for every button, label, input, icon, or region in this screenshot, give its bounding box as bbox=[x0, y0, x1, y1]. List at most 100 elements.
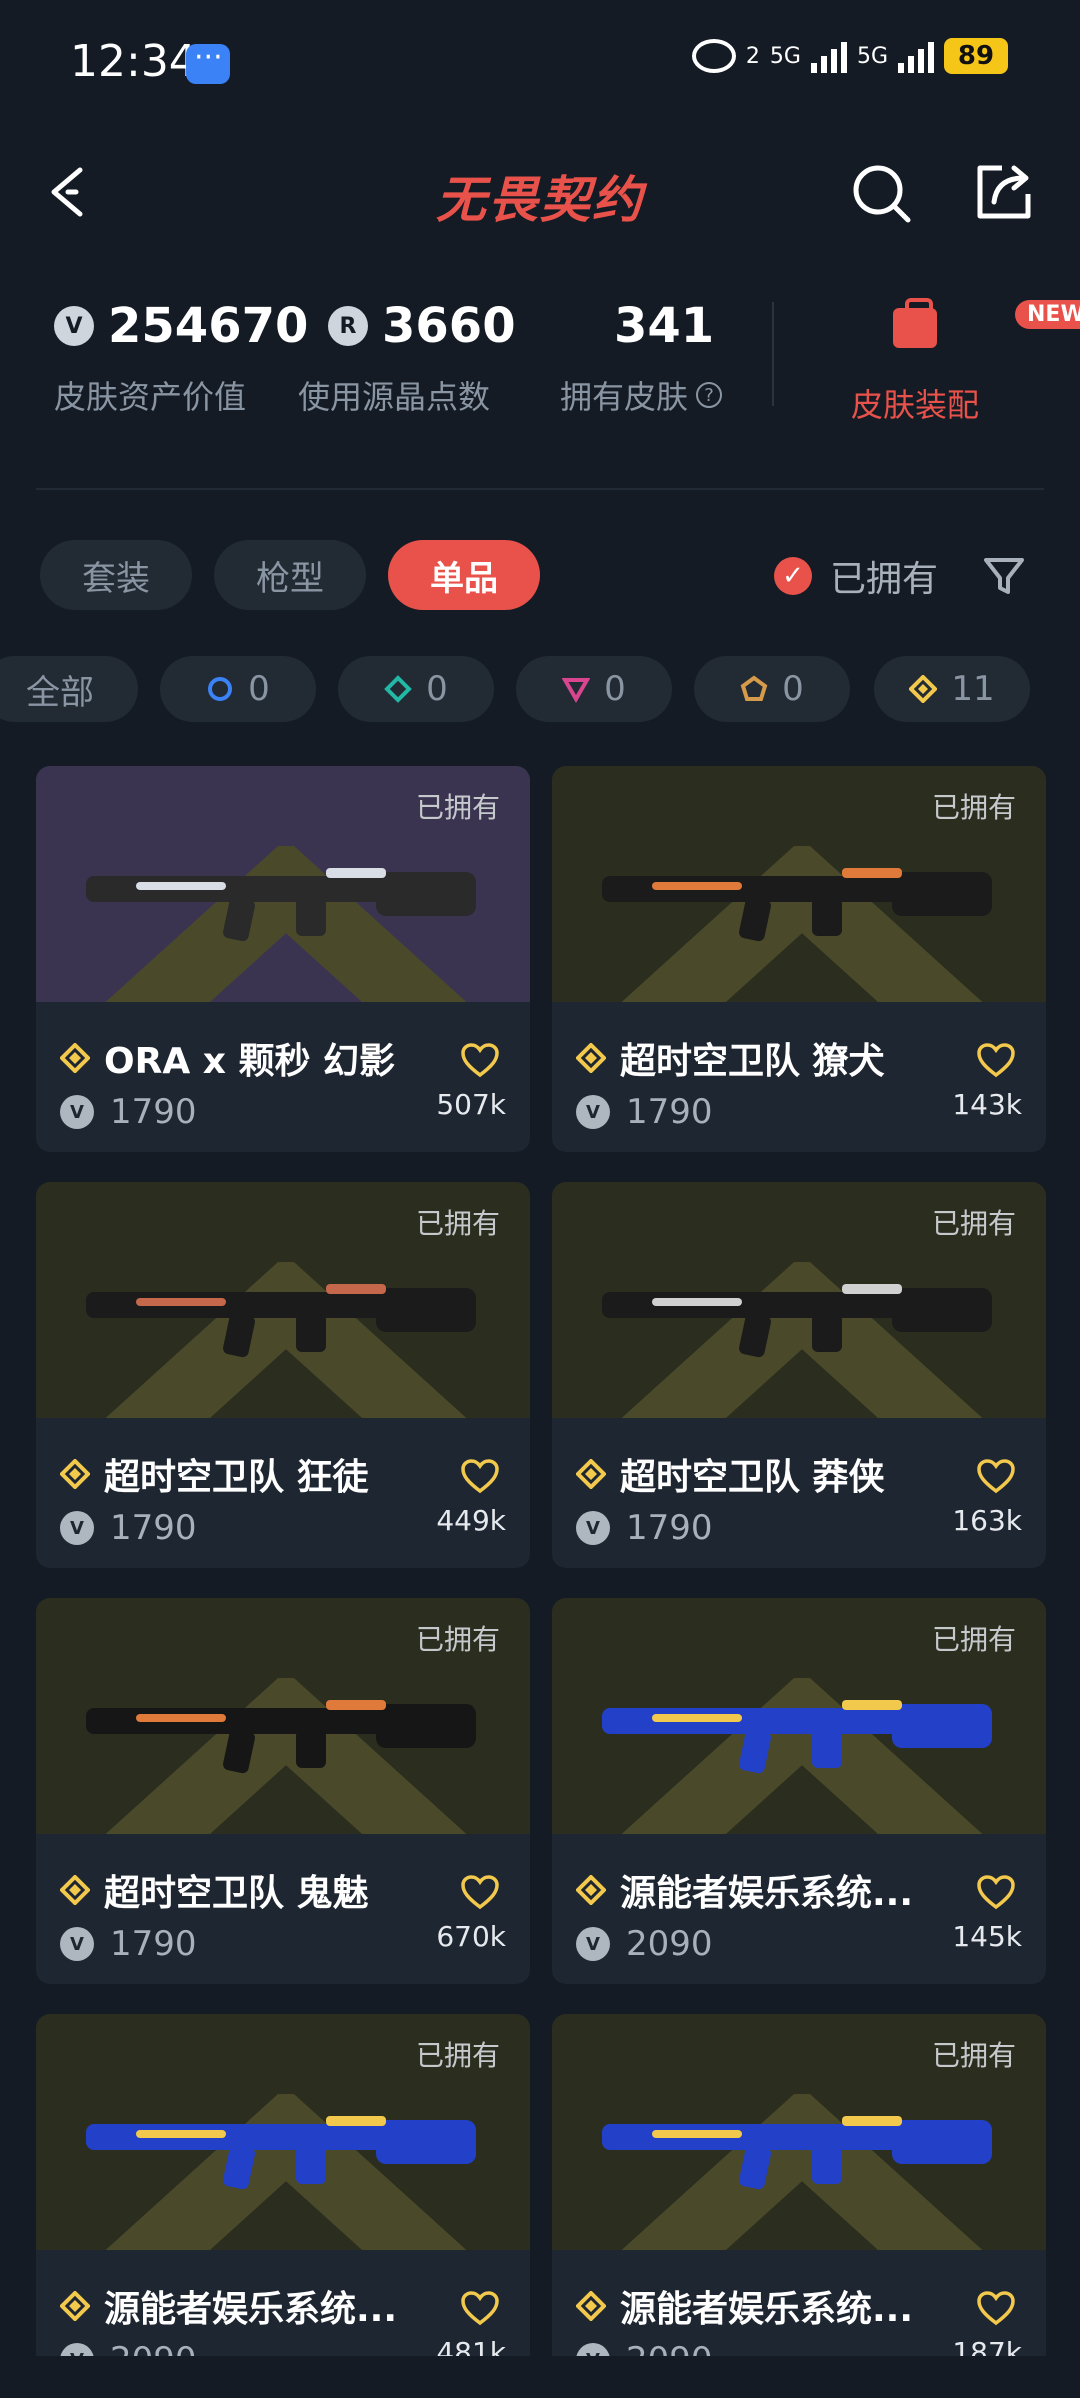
rarity-filter-row: 全部 0 0 0 0 11 bbox=[0, 656, 1080, 726]
skin-card[interactable]: 已拥有 源能者娱乐系统... V 2090 481k bbox=[36, 2014, 530, 2356]
skin-image: 已拥有 bbox=[36, 1182, 530, 1418]
skin-name: ORA x 颗秒 幻影 bbox=[104, 1041, 396, 1082]
skin-image: 已拥有 bbox=[552, 1598, 1046, 1834]
status-right: 2 5G 5G 89 bbox=[691, 38, 1008, 74]
skin-grid: 已拥有 ORA x 颗秒 幻影 V 1790 507k 已拥有 超时空卫队 獠犬… bbox=[36, 766, 1046, 2356]
owned-tag: 已拥有 bbox=[931, 2039, 1016, 2072]
ultra-tier-icon bbox=[576, 1043, 606, 1073]
skin-name: 源能者娱乐系统... bbox=[620, 2289, 914, 2330]
share-icon[interactable] bbox=[972, 160, 1036, 224]
rarity-select[interactable]: 0 bbox=[160, 656, 316, 722]
favorite-heart-icon[interactable] bbox=[460, 1874, 500, 1910]
skin-price: 1790 bbox=[110, 1508, 197, 1548]
favorite-heart-icon[interactable] bbox=[460, 1458, 500, 1494]
owned-tag: 已拥有 bbox=[931, 1623, 1016, 1656]
ultra-tier-icon bbox=[576, 2291, 606, 2321]
favorite-heart-icon[interactable] bbox=[460, 2290, 500, 2326]
weapon-icon bbox=[602, 1700, 992, 1774]
network-label-2: 5G bbox=[856, 43, 888, 69]
skin-price: 1790 bbox=[110, 1924, 197, 1964]
valorant-points-icon: V bbox=[576, 2343, 610, 2356]
radianite-icon: R bbox=[328, 306, 368, 346]
rarity-all[interactable]: 全部 bbox=[0, 656, 138, 722]
owned-filter-label: 已拥有 bbox=[830, 559, 939, 600]
loadout-label: 皮肤装配 bbox=[850, 386, 979, 424]
rarity-deluxe-count: 0 bbox=[426, 669, 448, 709]
asset-value: 254670 bbox=[108, 298, 309, 354]
tab-weapon-type[interactable]: 枪型 bbox=[214, 540, 366, 610]
favorite-heart-icon[interactable] bbox=[976, 1874, 1016, 1910]
skin-likes: 449k bbox=[436, 1504, 506, 1537]
rarity-deluxe[interactable]: 0 bbox=[338, 656, 494, 722]
skins-owned-stat: 341 拥有皮肤? bbox=[560, 290, 723, 440]
radianite-points: 3660 bbox=[382, 298, 516, 354]
owned-tag: 已拥有 bbox=[931, 791, 1016, 824]
skin-card[interactable]: 已拥有 超时空卫队 莽侠 V 1790 163k bbox=[552, 1182, 1046, 1568]
skin-card[interactable]: 已拥有 源能者娱乐系统... V 2090 187k bbox=[552, 2014, 1046, 2356]
skin-card[interactable]: 已拥有 超时空卫队 鬼魅 V 1790 670k bbox=[36, 1598, 530, 1984]
skin-name: 源能者娱乐系统... bbox=[620, 1873, 914, 1914]
signal-2-icon bbox=[898, 39, 934, 73]
skin-price: 2090 bbox=[626, 1924, 713, 1964]
valorant-points-icon: V bbox=[576, 1511, 610, 1545]
skin-price: 1790 bbox=[110, 1092, 197, 1132]
deluxe-tier-icon bbox=[384, 675, 413, 703]
owned-tag: 已拥有 bbox=[415, 791, 500, 824]
ultra-tier-icon bbox=[576, 1459, 606, 1489]
rarity-ultra[interactable]: 11 bbox=[874, 656, 1030, 722]
favorite-heart-icon[interactable] bbox=[976, 2290, 1016, 2326]
skin-image: 已拥有 bbox=[552, 1182, 1046, 1418]
premium-tier-icon bbox=[562, 678, 591, 703]
skin-name: 源能者娱乐系统... bbox=[104, 2289, 398, 2330]
valorant-points-icon: V bbox=[60, 1927, 94, 1961]
skin-card[interactable]: 已拥有 超时空卫队 獠犬 V 1790 143k bbox=[552, 766, 1046, 1152]
skin-card[interactable]: 已拥有 源能者娱乐系统... V 2090 145k bbox=[552, 1598, 1046, 1984]
favorite-heart-icon[interactable] bbox=[976, 1042, 1016, 1078]
owned-filter-toggle[interactable]: ✓ 已拥有 bbox=[774, 546, 938, 606]
radianite-stat: R 3660 使用源晶点数 bbox=[298, 290, 516, 440]
skins-owned: 341 bbox=[614, 298, 715, 354]
status-time: 12:34 bbox=[70, 36, 197, 87]
skin-name: 超时空卫队 鬼魅 bbox=[104, 1873, 369, 1914]
rarity-premium-count: 0 bbox=[604, 669, 626, 709]
category-tabs: 套装 枪型 单品 bbox=[40, 540, 540, 610]
owned-tag: 已拥有 bbox=[415, 1623, 500, 1656]
skin-card[interactable]: 已拥有 超时空卫队 狂徒 V 1790 449k bbox=[36, 1182, 530, 1568]
weapon-icon bbox=[602, 1284, 992, 1358]
skin-image: 已拥有 bbox=[36, 1598, 530, 1834]
skins-owned-label: 拥有皮肤 bbox=[560, 378, 689, 416]
battery-icon: 89 bbox=[944, 38, 1008, 74]
tab-bundles[interactable]: 套装 bbox=[40, 540, 192, 610]
select-tier-icon bbox=[208, 677, 233, 701]
help-icon[interactable]: ? bbox=[696, 382, 723, 408]
weapon-icon bbox=[86, 1700, 476, 1774]
skin-name: 超时空卫队 獠犬 bbox=[620, 1041, 885, 1082]
valorant-points-icon: V bbox=[60, 1095, 94, 1129]
skin-loadout-button[interactable]: NEW 皮肤装配 bbox=[800, 290, 1080, 440]
skin-image: 已拥有 bbox=[36, 2014, 530, 2250]
back-icon[interactable] bbox=[44, 162, 104, 222]
stats-summary: V 254670 皮肤资产价值 R 3660 使用源晶点数 341 拥有皮肤? NE… bbox=[0, 290, 1080, 450]
owned-tag: 已拥有 bbox=[931, 1207, 1016, 1240]
rarity-exclusive[interactable]: 0 bbox=[694, 656, 850, 722]
favorite-heart-icon[interactable] bbox=[460, 1042, 500, 1078]
rarity-ultra-count: 11 bbox=[951, 669, 995, 709]
stats-divider bbox=[772, 302, 774, 406]
skin-price: 2090 bbox=[626, 2340, 713, 2356]
weapon-icon bbox=[86, 1284, 476, 1358]
valorant-points-icon: V bbox=[54, 306, 94, 346]
ultra-tier-icon bbox=[60, 2291, 90, 2321]
valorant-points-icon: V bbox=[60, 2343, 94, 2356]
page-title: 无畏契约 bbox=[436, 171, 644, 229]
weapon-icon bbox=[86, 2116, 476, 2190]
favorite-heart-icon[interactable] bbox=[976, 1458, 1016, 1494]
valorant-points-icon: V bbox=[576, 1927, 610, 1961]
search-icon[interactable] bbox=[850, 162, 914, 226]
filter-icon[interactable] bbox=[980, 552, 1028, 600]
tab-single-items[interactable]: 单品 bbox=[388, 540, 540, 610]
skin-card[interactable]: 已拥有 ORA x 颗秒 幻影 V 1790 507k bbox=[36, 766, 530, 1152]
skin-likes: 143k bbox=[952, 1088, 1022, 1121]
skin-price: 1790 bbox=[626, 1508, 713, 1548]
app-header: 无畏契约 bbox=[0, 140, 1080, 250]
rarity-premium[interactable]: 0 bbox=[516, 656, 672, 722]
